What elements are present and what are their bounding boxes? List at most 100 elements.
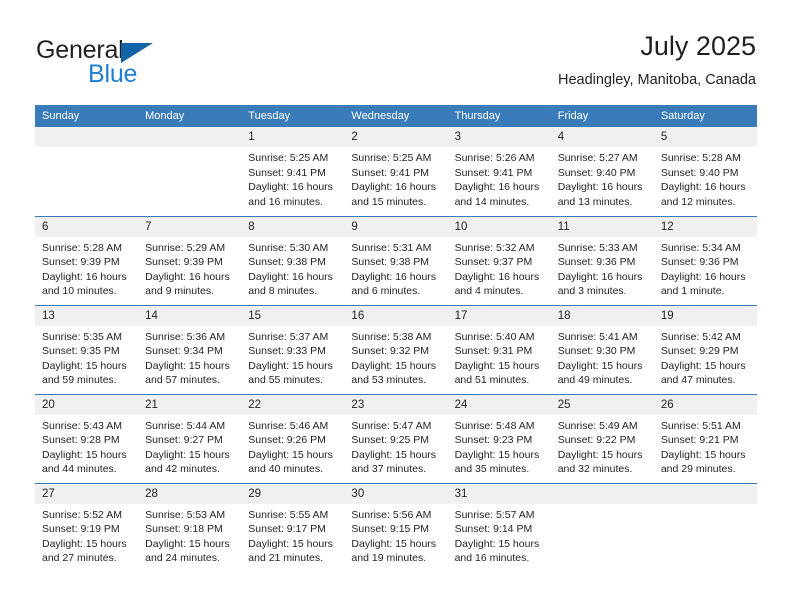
page-title: July 2025 [640,31,756,61]
sunset-text: Sunset: 9:19 PM [42,523,120,536]
calendar-day-cell[interactable]: 21 Sunrise: 5:44 AM Sunset: 9:27 PM Dayligh… [138,393,242,483]
calendar-day-cell[interactable]: 31 Sunrise: 5:57 AM Sunset: 9:14 PM Dayligh… [447,482,551,572]
calendar-day-cell[interactable]: 15 Sunrise: 5:37 AM Sunset: 9:33 PM Dayligh… [241,304,345,394]
day-number: 7 [138,216,242,237]
weekday-header-sunday: Sunday [35,105,139,127]
calendar-day-cell[interactable]: 30 Sunrise: 5:56 AM Sunset: 9:15 PM Dayligh… [344,482,448,572]
day-number: 10 [447,216,551,237]
sunset-text: Sunset: 9:17 PM [248,523,326,536]
daylight-text: Daylight: 15 hours and 29 minutes. [660,448,746,476]
calendar-day-cell[interactable]: 23 Sunrise: 5:47 AM Sunset: 9:25 PM Dayligh… [344,393,448,483]
day-number: 27 [35,483,139,504]
day-number: 31 [447,483,551,504]
day-sun-info: Sunrise: 5:40 AM Sunset: 9:31 PM Daylight:… [448,326,551,388]
daylight-text: Daylight: 16 hours and 14 minutes. [454,181,540,208]
day-sun-info: Sunrise: 5:44 AM Sunset: 9:27 PM Daylight:… [138,415,241,477]
day-sun-info: Sunrise: 5:51 AM Sunset: 9:21 PM Daylight:… [654,415,757,477]
calendar-day-cell[interactable]: 24 Sunrise: 5:48 AM Sunset: 9:23 PM Dayligh… [447,393,551,483]
daylight-text: Daylight: 15 hours and 35 minutes. [454,448,540,476]
sunrise-text: Sunrise: 5:28 AM [42,241,122,254]
day-sun-info: Sunrise: 5:25 AM Sunset: 9:41 PM Daylight:… [344,147,447,209]
brand-logo[interactable]: General Blue [36,36,216,88]
sunset-text: Sunset: 9:36 PM [660,256,739,269]
sunset-text: Sunset: 9:27 PM [145,434,223,447]
day-sun-info: Sunrise: 5:27 AM Sunset: 9:40 PM Daylight:… [551,147,654,209]
calendar-day-cell[interactable]: 10 Sunrise: 5:32 AM Sunset: 9:37 PM Dayligh… [447,215,551,305]
calendar-day-cell[interactable]: 11 Sunrise: 5:33 AM Sunset: 9:36 PM Dayligh… [550,215,654,305]
calendar-day-cell[interactable]: 3 Sunrise: 5:26 AM Sunset: 9:41 PM Daylight… [447,127,551,216]
calendar-day-cell[interactable]: 20 Sunrise: 5:43 AM Sunset: 9:28 PM Dayligh… [35,393,139,483]
day-number: 25 [550,394,654,415]
sunset-text: Sunset: 9:36 PM [557,256,636,269]
day-sun-info: Sunrise: 5:25 AM Sunset: 9:41 PM Daylight:… [241,147,344,209]
day-number: 1 [241,127,345,147]
calendar-day-cell[interactable]: 12 Sunrise: 5:34 AM Sunset: 9:36 PM Dayligh… [653,215,757,305]
daylight-text: Daylight: 15 hours and 21 minutes. [248,537,333,565]
calendar-day-cell[interactable]: 19 Sunrise: 5:42 AM Sunset: 9:29 PM Dayligh… [653,304,757,394]
weekday-header-saturday: Saturday [653,105,757,127]
day-sun-info: Sunrise: 5:29 AM Sunset: 9:39 PM Daylight:… [138,237,241,299]
calendar-day-cell[interactable]: 7 Sunrise: 5:29 AM Sunset: 9:39 PM Daylight… [138,215,242,305]
sunset-text: Sunset: 9:41 PM [351,166,430,179]
daylight-text: Daylight: 16 hours and 9 minutes. [145,270,230,298]
day-sun-info: Sunrise: 5:43 AM Sunset: 9:28 PM Daylight:… [35,415,138,477]
sunrise-text: Sunrise: 5:33 AM [557,241,638,254]
day-sun-info: Sunrise: 5:57 AM Sunset: 9:14 PM Daylight:… [448,504,551,566]
daylight-text: Daylight: 15 hours and 24 minutes. [145,537,230,565]
page-header: General Blue July 2025 Headingley, Manit… [0,0,792,100]
calendar-day-cell[interactable]: 6 Sunrise: 5:28 AM Sunset: 9:39 PM Daylight… [35,215,139,305]
day-sun-info: Sunrise: 5:30 AM Sunset: 9:38 PM Daylight:… [241,237,344,299]
sunrise-text: Sunrise: 5:42 AM [660,330,741,343]
day-sun-info: Sunrise: 5:35 AM Sunset: 9:35 PM Daylight:… [35,326,138,388]
calendar-day-cell[interactable]: 16 Sunrise: 5:38 AM Sunset: 9:32 PM Dayligh… [344,304,448,394]
day-sun-info: Sunrise: 5:48 AM Sunset: 9:23 PM Daylight:… [448,415,551,477]
day-number: 17 [447,305,551,326]
calendar-day-cell[interactable]: 14 Sunrise: 5:36 AM Sunset: 9:34 PM Dayligh… [138,304,242,394]
day-number: 16 [344,305,448,326]
day-number [550,483,654,504]
calendar-day-cell[interactable]: 1 Sunrise: 5:25 AM Sunset: 9:41 PM Daylight… [241,127,345,216]
calendar-day-cell[interactable]: 5 Sunrise: 5:28 AM Sunset: 9:40 PM Daylight… [653,127,757,216]
calendar-body: 1 Sunrise: 5:25 AM Sunset: 9:41 PM Daylight… [35,127,757,572]
sunset-text: Sunset: 9:21 PM [660,434,739,447]
daylight-text: Daylight: 15 hours and 51 minutes. [454,359,540,387]
day-number: 12 [653,216,757,237]
calendar-header-row: Sunday Monday Tuesday Wednesday Thursday… [35,105,757,127]
daylight-text: Daylight: 16 hours and 16 minutes. [248,181,333,208]
title-block: July 2025 Headingley, Manitoba, Canada [558,30,756,90]
sunrise-text: Sunrise: 5:56 AM [351,508,432,521]
calendar-day-cell[interactable]: 22 Sunrise: 5:46 AM Sunset: 9:26 PM Dayligh… [241,393,345,483]
daylight-text: Daylight: 15 hours and 44 minutes. [42,448,127,476]
daylight-text: Daylight: 15 hours and 47 minutes. [660,359,746,387]
daylight-text: Daylight: 15 hours and 40 minutes. [248,448,333,476]
calendar-day-cell[interactable]: 4 Sunrise: 5:27 AM Sunset: 9:40 PM Daylight… [550,127,654,216]
sunrise-text: Sunrise: 5:53 AM [145,508,226,521]
calendar-day-cell[interactable]: 18 Sunrise: 5:41 AM Sunset: 9:30 PM Dayligh… [550,304,654,394]
daylight-text: Daylight: 15 hours and 19 minutes. [351,537,437,565]
calendar-day-cell[interactable]: 25 Sunrise: 5:49 AM Sunset: 9:22 PM Dayligh… [550,393,654,483]
day-sun-info: Sunrise: 5:38 AM Sunset: 9:32 PM Daylight:… [344,326,447,388]
calendar-day-cell[interactable]: 28 Sunrise: 5:53 AM Sunset: 9:18 PM Dayligh… [138,482,242,572]
day-sun-info: Sunrise: 5:46 AM Sunset: 9:26 PM Daylight:… [241,415,344,477]
calendar-day-cell[interactable]: 2 Sunrise: 5:25 AM Sunset: 9:41 PM Daylight… [344,127,448,216]
sunrise-text: Sunrise: 5:41 AM [557,330,638,343]
day-sun-info: Sunrise: 5:34 AM Sunset: 9:36 PM Daylight:… [654,237,757,299]
sunset-text: Sunset: 9:22 PM [557,434,636,447]
calendar-day-cell[interactable]: 8 Sunrise: 5:30 AM Sunset: 9:38 PM Daylight… [241,215,345,305]
sunset-text: Sunset: 9:14 PM [454,523,533,536]
calendar-day-cell-empty [653,482,757,572]
daylight-text: Daylight: 16 hours and 3 minutes. [557,270,643,298]
day-number: 11 [550,216,654,237]
calendar-day-cell[interactable]: 29 Sunrise: 5:55 AM Sunset: 9:17 PM Dayligh… [241,482,345,572]
daylight-text: Daylight: 16 hours and 15 minutes. [351,181,437,208]
calendar-day-cell[interactable]: 27 Sunrise: 5:52 AM Sunset: 9:19 PM Dayligh… [35,482,139,572]
calendar-day-cell[interactable]: 9 Sunrise: 5:31 AM Sunset: 9:38 PM Daylight… [344,215,448,305]
calendar-day-cell[interactable]: 13 Sunrise: 5:35 AM Sunset: 9:35 PM Dayligh… [35,304,139,394]
calendar-day-cell-empty [138,127,242,216]
sunset-text: Sunset: 9:23 PM [454,434,533,447]
day-number [138,127,242,147]
weekday-header-tuesday: Tuesday [241,105,345,127]
day-sun-info: Sunrise: 5:33 AM Sunset: 9:36 PM Daylight:… [551,237,654,299]
calendar-day-cell[interactable]: 17 Sunrise: 5:40 AM Sunset: 9:31 PM Dayligh… [447,304,551,394]
calendar-day-cell[interactable]: 26 Sunrise: 5:51 AM Sunset: 9:21 PM Dayligh… [653,393,757,483]
